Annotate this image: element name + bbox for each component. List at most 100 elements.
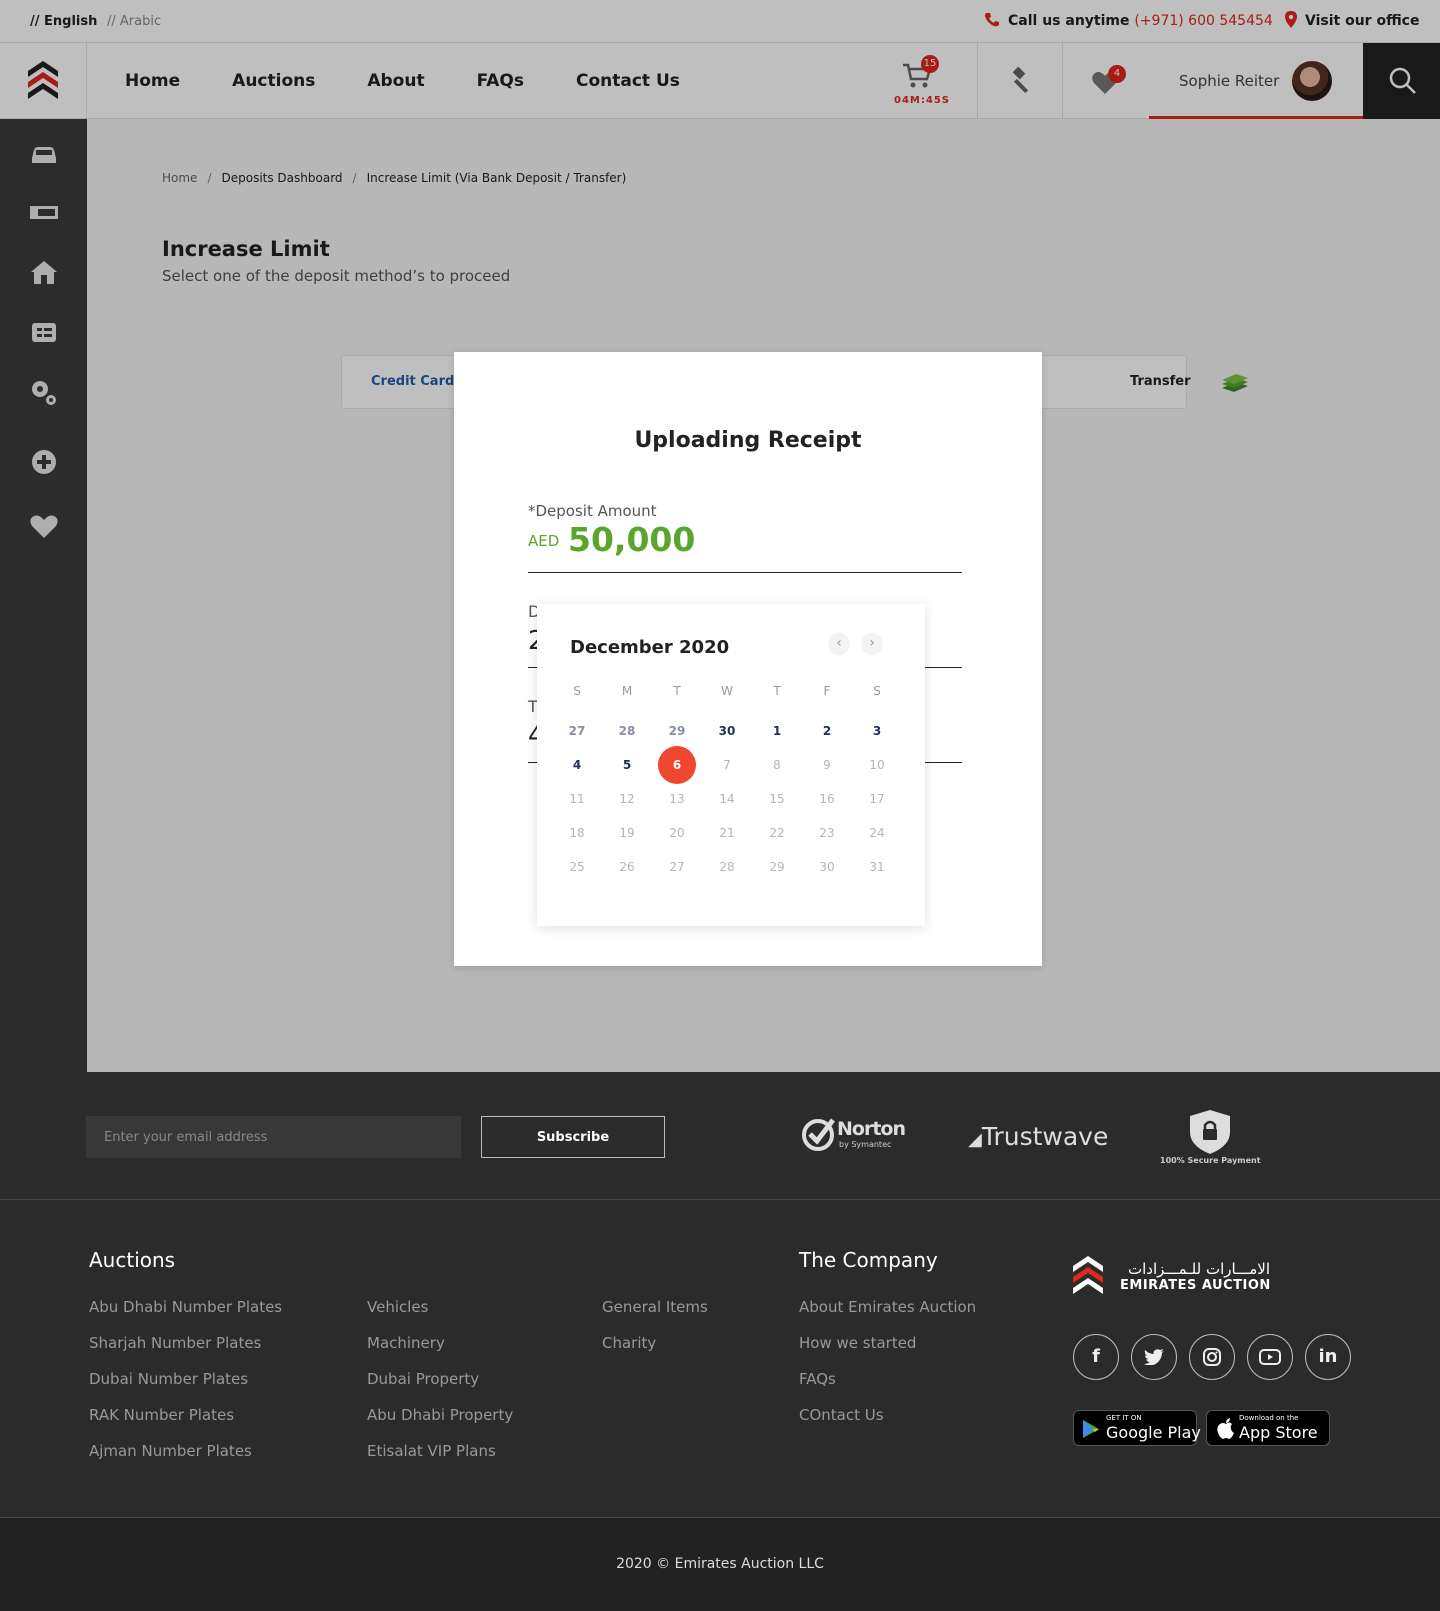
calendar-day[interactable]: 1 <box>757 724 797 738</box>
calendar-day[interactable]: 11 <box>557 792 597 806</box>
calendar-day[interactable]: 21 <box>707 826 747 840</box>
youtube-button[interactable] <box>1247 1334 1293 1380</box>
app-store-button[interactable]: Download on the App Store <box>1206 1410 1330 1446</box>
apple-icon <box>1217 1418 1234 1439</box>
footer-link[interactable]: Vehicles <box>367 1298 428 1316</box>
app-store-label: App Store <box>1239 1423 1318 1442</box>
uploading-receipt-modal: Uploading Receipt *Deposit Amount AED 50… <box>454 352 1042 966</box>
norton-check-icon <box>802 1118 835 1151</box>
calendar-day[interactable]: 5 <box>607 758 647 772</box>
footer-link[interactable]: Abu Dhabi Property <box>367 1406 513 1424</box>
chevron-left-icon: ‹ <box>836 635 842 651</box>
calendar-day[interactable]: 17 <box>857 792 897 806</box>
footer-auctions-heading: Auctions <box>89 1248 176 1272</box>
footer-link[interactable]: About Emirates Auction <box>799 1298 976 1316</box>
divider <box>528 572 962 573</box>
calendar-day[interactable]: 31 <box>857 860 897 874</box>
footer-link[interactable]: FAQs <box>799 1370 836 1388</box>
secure-payment-label: 100% Secure Payment <box>1160 1156 1261 1165</box>
calendar-day[interactable]: 10 <box>857 758 897 772</box>
norton-sublabel: by Symantec <box>839 1140 892 1149</box>
instagram-button[interactable] <box>1189 1334 1235 1380</box>
footer-link[interactable]: Abu Dhabi Number Plates <box>89 1298 282 1316</box>
calendar-day[interactable]: 19 <box>607 826 647 840</box>
calendar-day[interactable]: 29 <box>757 860 797 874</box>
calendar-day[interactable]: 4 <box>557 758 597 772</box>
footer-brand: الامـــارات للـمـــزادات EMIRATES AUCTIO… <box>1120 1260 1271 1293</box>
calendar-day[interactable]: 27 <box>657 860 697 874</box>
calendar-day[interactable]: 27 <box>557 724 597 738</box>
footer-bottom: 2020 © Emirates Auction LLC <box>0 1518 1440 1611</box>
weekday-header: T <box>673 684 681 698</box>
calendar-day[interactable]: 13 <box>657 792 697 806</box>
calendar-day[interactable]: 28 <box>607 724 647 738</box>
subscribe-button[interactable]: Subscribe <box>481 1116 665 1158</box>
calendar-day[interactable]: 30 <box>807 860 847 874</box>
next-month-button[interactable]: › <box>861 633 883 655</box>
weekday-header: M <box>621 684 633 698</box>
footer-link[interactable]: Sharjah Number Plates <box>89 1334 261 1352</box>
calendar-day[interactable]: 7 <box>707 758 747 772</box>
secure-payment-badge: 100% Secure Payment <box>1160 1110 1261 1165</box>
app-store-small-label: Download on the <box>1239 1414 1299 1422</box>
calendar-day[interactable]: 30 <box>707 724 747 738</box>
norton-label: Norton <box>837 1118 906 1140</box>
trustwave-badge: ◢Trustwave <box>968 1122 1108 1151</box>
calendar-day[interactable]: 20 <box>657 826 697 840</box>
shield-lock-icon <box>1190 1110 1230 1154</box>
calendar-day[interactable]: 8 <box>757 758 797 772</box>
email-input[interactable] <box>86 1116 461 1158</box>
facebook-icon: f <box>1092 1346 1100 1367</box>
calendar-day[interactable]: 14 <box>707 792 747 806</box>
footer-link[interactable]: Dubai Property <box>367 1370 479 1388</box>
trustwave-logo-icon: ◢ <box>968 1129 982 1150</box>
calendar-day[interactable]: 3 <box>857 724 897 738</box>
trustwave-label: Trustwave <box>981 1122 1109 1151</box>
footer-link[interactable]: Dubai Number Plates <box>89 1370 248 1388</box>
footer-link[interactable]: COntact Us <box>799 1406 884 1424</box>
youtube-icon <box>1259 1349 1281 1365</box>
linkedin-icon: in <box>1318 1346 1338 1367</box>
footer-link[interactable]: How we started <box>799 1334 916 1352</box>
footer-link[interactable]: General Items <box>602 1298 708 1316</box>
calendar-day-selected[interactable]: 6 <box>658 746 696 784</box>
currency-label: AED <box>528 532 560 550</box>
calendar-day[interactable]: 23 <box>807 826 847 840</box>
calendar-day[interactable]: 29 <box>657 724 697 738</box>
calendar-day[interactable]: 25 <box>557 860 597 874</box>
facebook-button[interactable]: f <box>1073 1334 1119 1380</box>
calendar-day[interactable]: 9 <box>807 758 847 772</box>
calendar-day[interactable]: 24 <box>857 826 897 840</box>
weekday-header: S <box>573 684 581 698</box>
footer-link[interactable]: Ajman Number Plates <box>89 1442 252 1460</box>
weekday-header: S <box>873 684 881 698</box>
google-play-button[interactable]: GET IT ON Google Play <box>1073 1410 1201 1446</box>
date-picker-popup: December 2020 ‹ › SMTWTFS 27 28 29 30 1 2 3 4 5 6… <box>537 604 925 926</box>
footer-brand-english: EMIRATES AUCTION <box>1120 1278 1271 1293</box>
modal-title: Uploading Receipt <box>634 428 862 453</box>
footer-link[interactable]: Etisalat VIP Plans <box>367 1442 496 1460</box>
calendar-day[interactable]: 16 <box>807 792 847 806</box>
chevron-right-icon: › <box>869 635 875 651</box>
calendar-day[interactable]: 18 <box>557 826 597 840</box>
calendar-day[interactable]: 2 <box>807 724 847 738</box>
instagram-icon <box>1203 1348 1221 1366</box>
google-play-label: Google Play <box>1106 1423 1201 1442</box>
deposit-amount-label: *Deposit Amount <box>528 502 657 520</box>
calendar-day[interactable]: 26 <box>607 860 647 874</box>
footer-link[interactable]: Charity <box>602 1334 656 1352</box>
google-play-icon <box>1083 1420 1099 1438</box>
linkedin-button[interactable]: in <box>1305 1334 1351 1380</box>
footer-link[interactable]: RAK Number Plates <box>89 1406 234 1424</box>
google-play-small-label: GET IT ON <box>1106 1414 1142 1422</box>
deposit-amount-input[interactable]: 50,000 <box>568 520 695 559</box>
calendar-day[interactable]: 12 <box>607 792 647 806</box>
footer-link[interactable]: Machinery <box>367 1334 445 1352</box>
twitter-button[interactable] <box>1131 1334 1177 1380</box>
weekday-header: W <box>721 684 733 698</box>
calendar-day[interactable]: 22 <box>757 826 797 840</box>
prev-month-button[interactable]: ‹ <box>828 633 850 655</box>
calendar-day[interactable]: 15 <box>757 792 797 806</box>
weekday-header: T <box>773 684 781 698</box>
calendar-day[interactable]: 28 <box>707 860 747 874</box>
